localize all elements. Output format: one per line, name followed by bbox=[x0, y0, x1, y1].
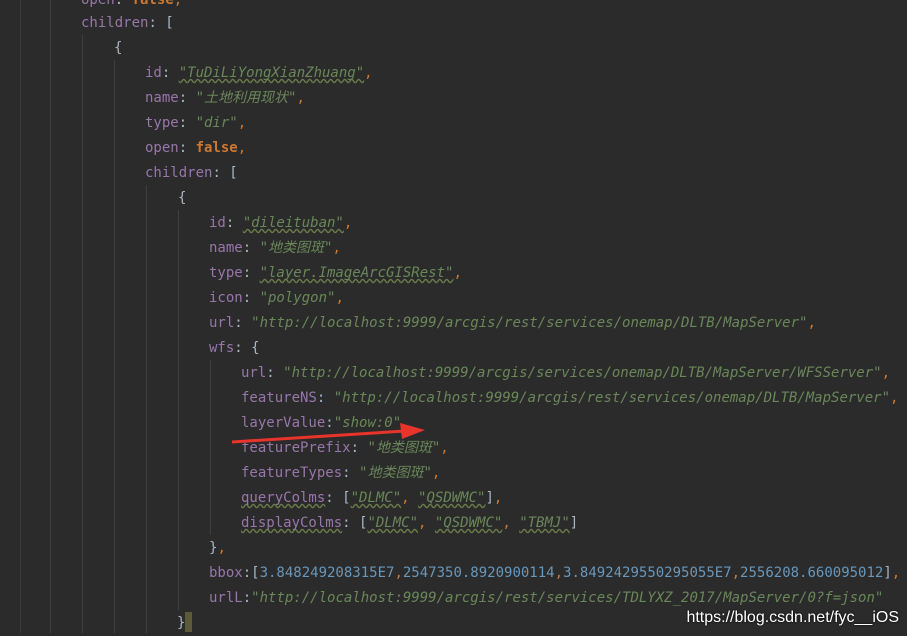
red-arrow-annotation bbox=[231, 423, 425, 444]
watermark: https://blog.csdn.net/fyc__iOS bbox=[686, 609, 899, 626]
